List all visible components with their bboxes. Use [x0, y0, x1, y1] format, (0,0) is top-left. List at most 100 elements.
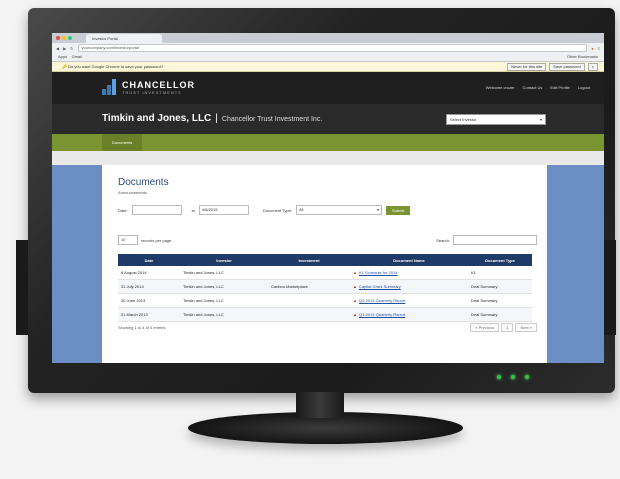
- nav-edit-profile[interactable]: Edit Profile: [550, 85, 569, 90]
- cell-investment: [268, 307, 350, 322]
- browser-tab[interactable]: Investor Portal: [86, 34, 162, 43]
- doctype-value: All: [298, 207, 304, 212]
- infobar-close-icon[interactable]: ×: [587, 63, 598, 71]
- extension-icon[interactable]: ●: [591, 46, 593, 51]
- back-icon[interactable]: ◀: [56, 46, 59, 51]
- cell-date: 31 July 2014: [118, 279, 180, 294]
- nav-welcome: Welcome cruzer: [485, 85, 515, 90]
- pdf-icon: ▲: [353, 312, 357, 317]
- document-link[interactable]: Q2-2013 Quarterly Report: [359, 298, 405, 303]
- title-separator: |: [215, 113, 218, 124]
- minimize-window-icon[interactable]: [62, 36, 66, 40]
- date-label: Date:: [118, 207, 128, 213]
- investment-firm: Chancellor Trust Investment Inc.: [221, 116, 323, 123]
- cell-date: 30 June 2013: [118, 293, 180, 308]
- pdf-icon: ▲: [353, 298, 357, 303]
- pdf-icon: ▲: [353, 284, 357, 289]
- column-investment[interactable]: Investment: [268, 254, 350, 266]
- cell-document-name: ▲ Q2-2013 Quarterly Report: [350, 293, 468, 308]
- bookmark-apps[interactable]: Apps: [58, 54, 67, 59]
- cell-document-type: Deal Summary: [468, 279, 532, 294]
- column-document-name[interactable]: Document Name: [350, 254, 468, 266]
- nav-logout[interactable]: Logout: [578, 85, 590, 90]
- brand-name: CHANCELLOR: [122, 79, 195, 90]
- cell-document-type: Deal Summary: [468, 307, 532, 322]
- top-nav: Welcome cruzer Contact Us Edit Profile L…: [486, 85, 590, 90]
- cell-investor: Timkin and Jones, LLC: [180, 266, 268, 280]
- company-title-bar: Timkin and Jones, LLC | Chancellor Trust I…: [52, 104, 604, 134]
- maximize-window-icon[interactable]: [68, 36, 72, 40]
- next-page-button[interactable]: Next »: [515, 323, 537, 332]
- speaker-left: [16, 240, 28, 335]
- status-leds: [497, 375, 529, 379]
- address-bar: ◀ ▶ ↻ yourcompany.com/investorportal ● ≡: [52, 43, 604, 53]
- site-logo[interactable]: CHANCELLOR TRUST INVESTMENTS: [102, 79, 195, 95]
- cell-investor: Timkin and Jones, LLC: [180, 279, 268, 294]
- cell-date: 31 March 2013: [118, 307, 180, 322]
- document-link[interactable]: Capital Grant Summary: [359, 284, 401, 289]
- investor-select[interactable]: Select Investor ▾: [446, 114, 546, 125]
- date-from-input[interactable]: [131, 205, 182, 215]
- table-header-row: Date Investor Investment Document Name D…: [118, 254, 532, 266]
- password-infobar: 🔑 Do you want Google Chrome to save your…: [52, 62, 604, 72]
- status-led: [525, 375, 529, 379]
- section-tab-bar: Documents: [52, 134, 604, 151]
- pdf-icon: ▲: [353, 270, 357, 275]
- document-link[interactable]: Q1-2013 Quarterly Report: [359, 312, 405, 317]
- cell-document-type: K1: [468, 266, 532, 280]
- doctype-chevron-icon: ▾: [376, 207, 379, 212]
- key-icon: 🔑: [62, 64, 67, 69]
- never-save-button[interactable]: Never for this site: [507, 63, 547, 71]
- cell-investor: Timkin and Jones, LLC: [180, 307, 268, 322]
- cell-document-type: Deal Summary: [468, 293, 532, 308]
- documents-panel: Documents Announcements Date: to 4/8/201…: [102, 165, 547, 363]
- monitor-neck: [296, 392, 344, 418]
- monitor-screen: Investor Portal ◀ ▶ ↻ yourcompany.com/in…: [52, 33, 604, 363]
- cell-investment: [268, 293, 350, 308]
- table-row: 31 July 2014 Timkin and Jones, LLC Carib…: [118, 279, 532, 294]
- doctype-select[interactable]: All ▾: [295, 205, 382, 215]
- reload-icon[interactable]: ↻: [70, 46, 73, 51]
- entries-summary: Showing 1 to 4 of 4 entries: [118, 325, 166, 330]
- browser-tab-bar: Investor Portal: [52, 33, 604, 43]
- bookmark-gmail[interactable]: Gmail: [72, 54, 82, 59]
- url-input[interactable]: yourcompany.com/investorportal: [77, 44, 588, 52]
- cell-document-name: ▲ Capital Grant Summary: [350, 279, 468, 294]
- nav-contact-us[interactable]: Contact Us: [523, 85, 543, 90]
- tab-documents[interactable]: Documents: [102, 134, 143, 151]
- cell-investment: [268, 266, 350, 280]
- site-header: CHANCELLOR TRUST INVESTMENTS Welcome cru…: [52, 72, 604, 104]
- status-led: [511, 375, 515, 379]
- cell-investment: Caribou Marketplace: [268, 279, 350, 294]
- date-to-input[interactable]: 4/8/2015: [198, 205, 249, 215]
- submit-button[interactable]: Submit: [385, 205, 411, 215]
- save-password-button[interactable]: Save password: [549, 63, 585, 71]
- column-investor[interactable]: Investor: [180, 254, 268, 266]
- pagination: « Previous 1 Next »: [470, 323, 537, 332]
- previous-page-button[interactable]: « Previous: [470, 323, 500, 332]
- per-page-label: records per page: [141, 237, 172, 243]
- document-link[interactable]: K1 Schedule for 2014: [359, 270, 397, 275]
- doctype-label: Document Type:: [262, 207, 292, 213]
- per-page-select[interactable]: 10: [118, 235, 138, 245]
- documents-table: Date Investor Investment Document Name D…: [118, 254, 532, 322]
- table-row: 8 August 2014 Timkin and Jones, LLC ▲ K1 …: [118, 266, 532, 280]
- search-input[interactable]: [453, 235, 537, 245]
- page-1-button[interactable]: 1: [501, 323, 514, 332]
- other-bookmarks[interactable]: Other Bookmarks: [567, 53, 598, 61]
- window-controls: [56, 36, 72, 40]
- bookmarks-bar: Apps Gmail Other Bookmarks: [52, 53, 604, 62]
- cell-document-name: ▲ K1 Schedule for 2014: [350, 266, 468, 280]
- cell-investor: Timkin and Jones, LLC: [180, 293, 268, 308]
- logo-bars-icon: [102, 79, 118, 95]
- column-document-type[interactable]: Document Type: [468, 254, 532, 266]
- cell-document-name: ▲ Q1-2013 Quarterly Report: [350, 307, 468, 322]
- filter-bar: Date: to 4/8/2015 Document Type: All ▾ S…: [118, 205, 411, 215]
- content-background: Documents Announcements Date: to 4/8/201…: [52, 165, 604, 363]
- menu-icon[interactable]: ≡: [598, 46, 600, 51]
- column-date[interactable]: Date: [118, 254, 180, 266]
- table-search: Search:: [436, 235, 537, 245]
- forward-icon[interactable]: ▶: [63, 46, 66, 51]
- infobar-text: Do you want Google Chrome to save your p…: [68, 64, 164, 69]
- close-window-icon[interactable]: [56, 36, 60, 40]
